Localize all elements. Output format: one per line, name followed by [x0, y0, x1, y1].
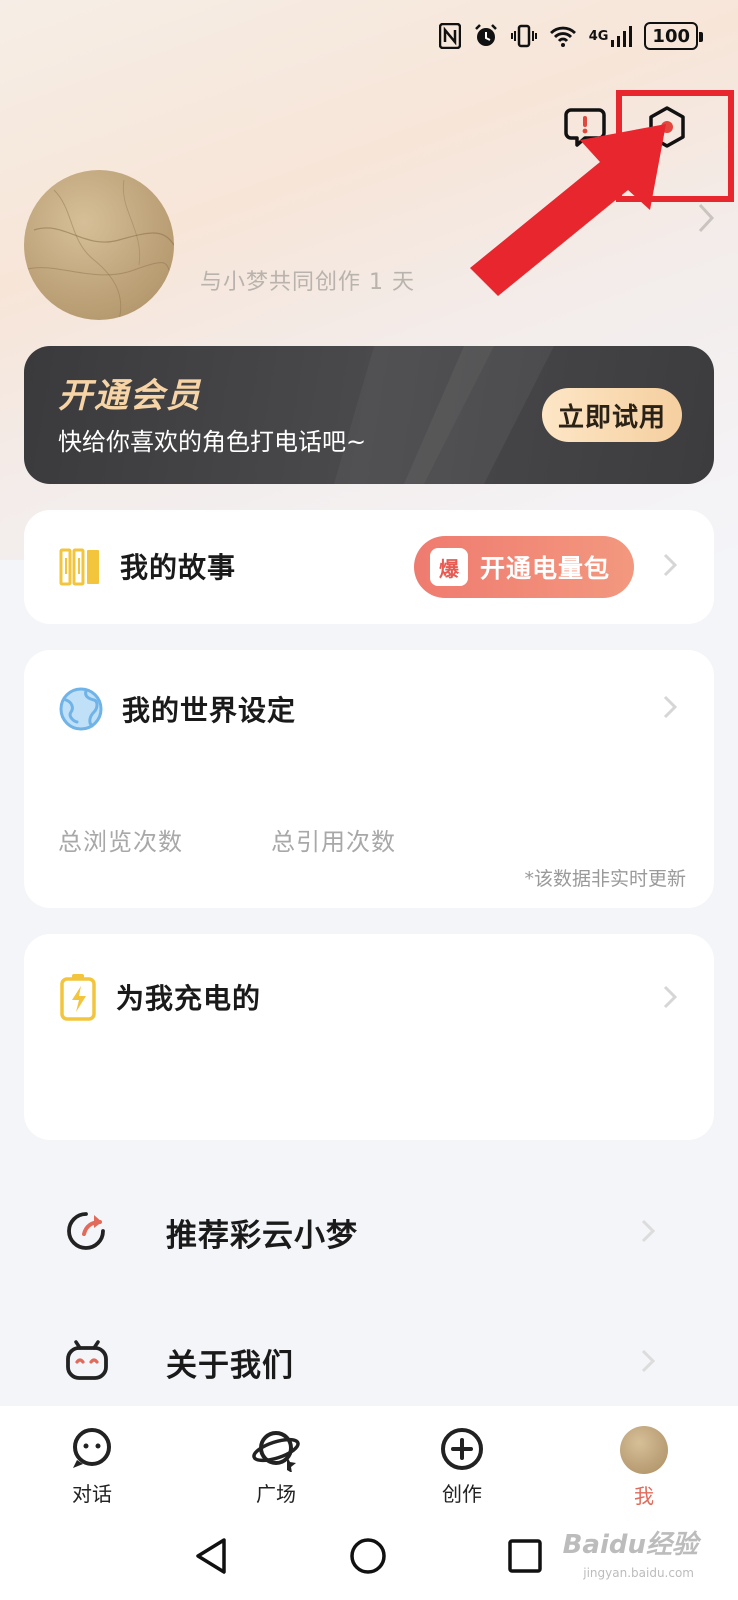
- alarm-icon: [473, 21, 499, 51]
- vip-card[interactable]: 开通会员 快给你喜欢的角色打电话吧~ 立即试用: [24, 346, 714, 484]
- list-item-about-label: 关于我们: [166, 1348, 294, 1384]
- my-story-row: 我的故事: [58, 544, 236, 588]
- try-now-button[interactable]: 立即试用: [542, 388, 682, 442]
- home-icon[interactable]: [348, 1536, 388, 1576]
- network-type: 4G: [588, 28, 609, 44]
- status-bar: 4G 100: [438, 18, 703, 54]
- recents-icon[interactable]: [506, 1536, 544, 1576]
- battery-indicator: 100: [644, 22, 703, 50]
- hot-badge: 爆: [430, 548, 468, 586]
- signal-4g-icon: 4G: [589, 21, 633, 51]
- chevron-right-icon[interactable]: [640, 1218, 656, 1248]
- tab-create-label: 创作: [442, 1482, 482, 1506]
- list-item-recommend-label: 推荐彩云小梦: [166, 1218, 358, 1254]
- annotation-highlight-box: [616, 90, 734, 202]
- chevron-right-icon[interactable]: [640, 1348, 656, 1378]
- vip-subtitle: 快给你喜欢的角色打电话吧~: [58, 428, 367, 456]
- list-item-recommend[interactable]: 推荐彩云小梦: [24, 1186, 714, 1276]
- world-settings-card[interactable]: 我的世界设定 总浏览次数 总引用次数 *该数据非实时更新: [24, 650, 714, 908]
- tab-chat[interactable]: 对话: [32, 1426, 152, 1507]
- tab-plaza[interactable]: 广场: [216, 1426, 336, 1507]
- avatar[interactable]: [24, 170, 174, 320]
- my-story-card[interactable]: 我的故事 爆 开通电量包: [24, 510, 714, 624]
- chevron-right-icon[interactable]: [662, 984, 678, 1014]
- my-story-label: 我的故事: [120, 551, 237, 584]
- data-note: *该数据非实时更新: [524, 868, 686, 890]
- tab-create[interactable]: 创作: [402, 1426, 522, 1507]
- share-icon: [67, 1212, 105, 1250]
- wifi-icon: [549, 21, 577, 51]
- tab-plaza-label: 广场: [256, 1482, 296, 1506]
- supporters-card[interactable]: 为我充电的: [24, 934, 714, 1140]
- world-settings-row: 我的世界设定: [58, 686, 296, 732]
- robot-face-icon: [66, 1340, 108, 1380]
- chevron-right-icon[interactable]: [662, 552, 678, 582]
- buy-power-pack-button[interactable]: 爆 开通电量包: [414, 536, 634, 598]
- total-views-label: 总浏览次数: [58, 828, 183, 856]
- tab-chat-label: 对话: [72, 1482, 112, 1506]
- create-icon: [441, 1428, 483, 1470]
- total-references-label: 总引用次数: [271, 828, 396, 856]
- bookshelf-icon: [59, 548, 99, 586]
- nfc-icon: [438, 21, 461, 51]
- vip-title: 开通会员: [58, 376, 202, 416]
- avatar: [620, 1426, 668, 1474]
- watermark-brand: Baidu经验: [562, 1530, 698, 1560]
- buy-power-pack-label: 开通电量包: [480, 554, 611, 583]
- list-item-about[interactable]: 关于我们: [24, 1316, 714, 1406]
- battery-charge-icon: [60, 974, 96, 1021]
- globe-icon: [59, 687, 103, 731]
- tab-me[interactable]: 我: [584, 1426, 704, 1509]
- bottom-tab-bar: 对话 广场 创作 我: [0, 1406, 738, 1516]
- chat-icon: [73, 1428, 111, 1468]
- vibrate-icon: [510, 21, 537, 51]
- tab-me-label: 我: [634, 1484, 654, 1508]
- stat-labels: 总浏览次数 总引用次数: [58, 822, 396, 857]
- back-icon[interactable]: [192, 1536, 230, 1576]
- supporters-label: 为我充电的: [116, 982, 262, 1015]
- profile-subtitle: 与小梦共同创作 1 天: [200, 270, 415, 295]
- plaza-icon: [252, 1431, 300, 1472]
- watermark-url: jingyan.baidu.com: [583, 1566, 694, 1580]
- battery-level: 100: [652, 25, 690, 47]
- world-settings-label: 我的世界设定: [122, 694, 297, 727]
- chevron-right-icon[interactable]: [662, 694, 678, 724]
- supporters-row: 为我充电的: [58, 972, 261, 1022]
